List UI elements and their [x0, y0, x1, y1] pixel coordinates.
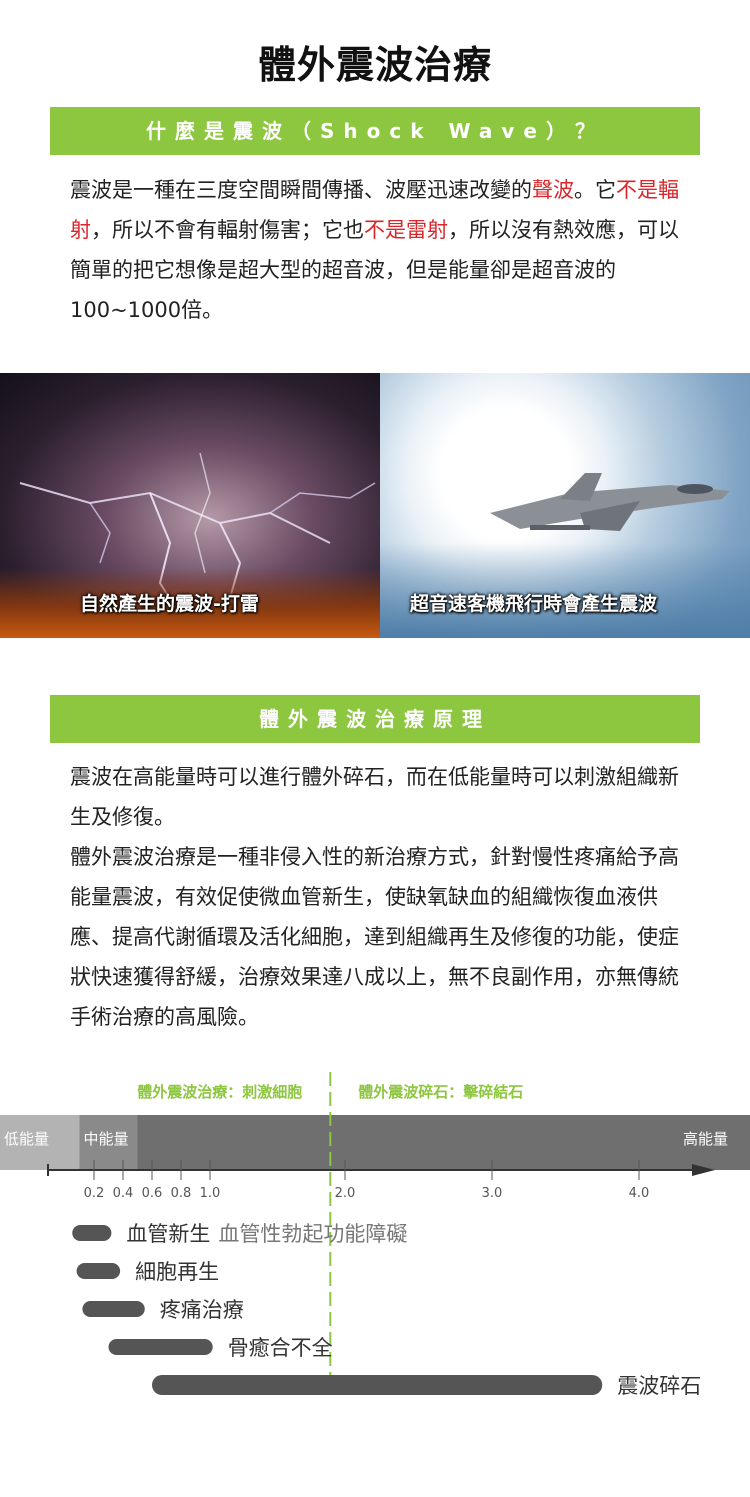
intro-text-1: 震波是一種在三度空間瞬間傳播、波壓迅速改變的: [70, 178, 532, 202]
range-note: 血管性勃起功能障礙: [218, 1222, 407, 1246]
energy-band: [137, 1115, 750, 1170]
intro-paragraph: 震波是一種在三度空間瞬間傳播、波壓迅速改變的聲波。它不是輻射，所以不會有輻射傷害…: [70, 170, 690, 330]
x-tick-label: 4.0: [629, 1186, 650, 1201]
range-bar: [76, 1263, 121, 1279]
intro-text-2: 。它: [574, 178, 616, 202]
range-bar: [108, 1339, 213, 1355]
principle-paragraph-1: 震波在高能量時可以進行體外碎石，而在低能量時可以刺激組織新生及修復。: [70, 765, 679, 829]
range-bar: [152, 1375, 603, 1395]
range-label: 疼痛治療: [160, 1298, 244, 1322]
range-label: 震波碎石: [617, 1374, 701, 1398]
energy-band-label: 中能量: [84, 1130, 129, 1148]
range-bar: [72, 1225, 112, 1241]
intro-highlight-not-laser: 不是雷射: [364, 218, 448, 242]
section-heading-what-is-shockwave: 什麼是震波（Shock Wave）？: [50, 107, 700, 155]
range-label: 血管新生 血管性勃起功能障礙: [126, 1222, 407, 1246]
x-tick-label: 0.2: [84, 1186, 105, 1201]
range-bar: [82, 1301, 145, 1317]
lightning-photo: 自然產生的震波-打雷: [0, 373, 380, 638]
x-tick-label: 0.4: [113, 1186, 134, 1201]
photo-strip: 自然產生的震波-打雷 超音速客機飛行時會產生震波: [0, 373, 750, 638]
jet-caption: 超音速客機飛行時會產生震波: [410, 593, 658, 615]
intro-highlight-sound-wave: 聲波: [532, 178, 574, 202]
x-tick-label: 0.8: [171, 1186, 192, 1201]
range-label: 骨癒合不全: [228, 1336, 333, 1360]
section-heading-principle: 體外震波治療原理: [50, 695, 700, 743]
energy-band-label: 低能量: [4, 1130, 49, 1148]
x-tick-label: 2.0: [335, 1186, 356, 1201]
x-tick-label: 3.0: [482, 1186, 503, 1201]
page-title: 體外震波治療: [257, 43, 492, 87]
label-lithotripsy: 體外震波碎石：擊碎結石: [358, 1083, 523, 1101]
intro-text-3: ，所以不會有輻射傷害；它也: [91, 218, 364, 242]
principle-paragraphs: 震波在高能量時可以進行體外碎石，而在低能量時可以刺激組織新生及修復。 體外震波治…: [70, 757, 690, 1037]
x-tick-label: 1.0: [200, 1186, 221, 1201]
energy-range-svg: 低能量 中能量 高能量 0.2 0.4 0.6 0.8 1.0 2.0 3.0 4.0 體外震波治療：…: [0, 1072, 750, 1398]
x-tick-label: 0.6: [142, 1186, 163, 1201]
energy-range-chart: 低能量 中能量 高能量 0.2 0.4 0.6 0.8 1.0 2.0 3.0 4.0 體外震波治療：…: [0, 1070, 750, 1400]
label-stimulation: 體外震波治療：刺激細胞: [137, 1083, 302, 1101]
range-label: 細胞再生: [135, 1260, 219, 1284]
principle-paragraph-2: 體外震波治療是一種非侵入性的新治療方式，針對慢性疼痛給予高能量震波，有效促使微血…: [70, 845, 679, 1029]
lightning-caption: 自然產生的震波-打雷: [80, 593, 259, 615]
energy-band-label: 高能量: [683, 1130, 728, 1148]
supersonic-jet-photo: 超音速客機飛行時會產生震波: [380, 373, 750, 638]
